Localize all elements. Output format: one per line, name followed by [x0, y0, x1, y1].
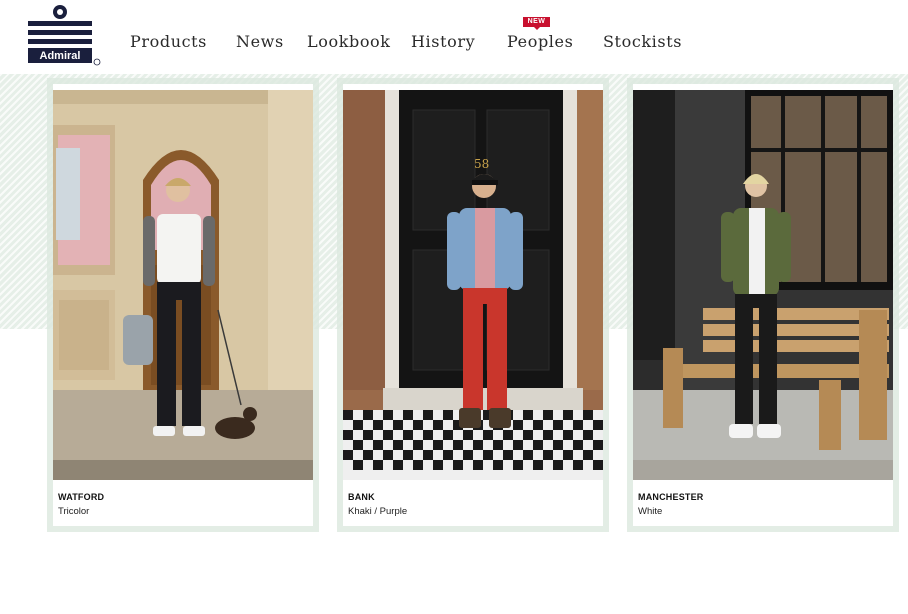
lookbook-card-watford[interactable]: WATFORD Tricolor	[53, 84, 313, 526]
main-nav: Products News Lookbook History NEW Peopl…	[0, 0, 908, 74]
card-colorway: White	[638, 506, 663, 517]
lookbook-card-manchester[interactable]: MANCHESTER White	[633, 84, 893, 526]
lookbook-photo-watford[interactable]	[53, 90, 313, 480]
card-colorway: Khaki / Purple	[348, 506, 408, 517]
card-name: WATFORD	[58, 492, 105, 502]
new-badge: NEW	[523, 17, 550, 30]
nav-products[interactable]: Products	[130, 32, 207, 51]
nav-news[interactable]: News	[236, 32, 284, 51]
site-header: Admiral Products News Lookbook History N…	[0, 0, 908, 74]
card-name: BANK	[348, 492, 375, 502]
lookbook-photo-bank[interactable]: 58	[343, 90, 603, 480]
nav-history[interactable]: History	[411, 32, 475, 51]
card-name: MANCHESTER	[638, 492, 704, 502]
nav-peoples[interactable]: Peoples	[507, 32, 573, 51]
nav-stockists[interactable]: Stockists	[603, 32, 682, 51]
lookbook-card-bank[interactable]: 58 BANK Khaki / Purple	[343, 84, 603, 526]
lookbook-photo-manchester[interactable]	[633, 90, 893, 480]
nav-lookbook[interactable]: Lookbook	[307, 32, 391, 51]
card-colorway: Tricolor	[58, 506, 90, 517]
door-number: 58	[474, 157, 489, 171]
